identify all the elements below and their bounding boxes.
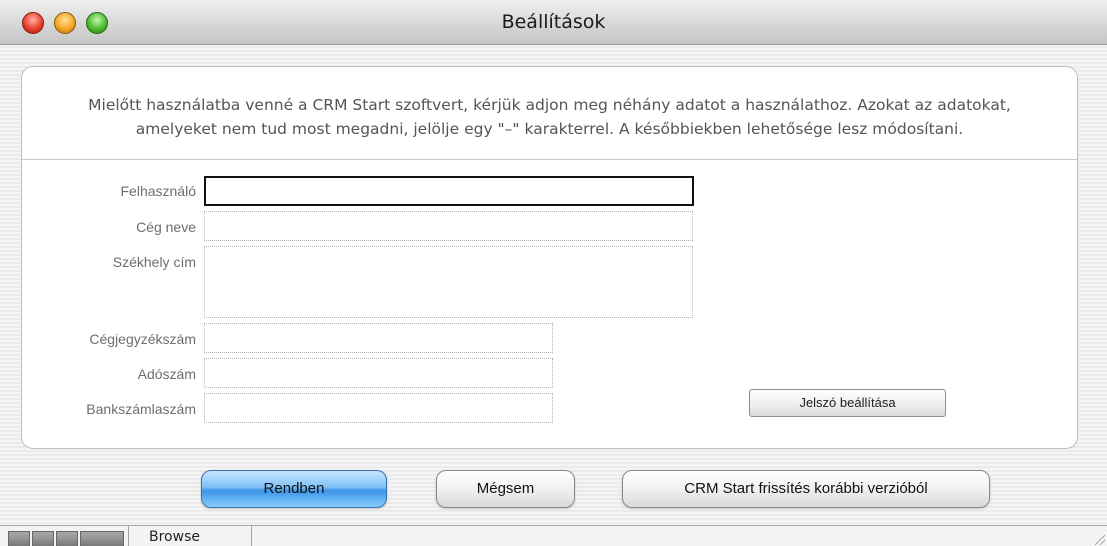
window-title: Beállítások <box>501 11 606 33</box>
bankszamlaszam-input[interactable] <box>204 393 553 423</box>
resize-grip-icon[interactable] <box>1095 535 1105 545</box>
intro-line-2: amelyeket nem tud most megadni, jelölje … <box>135 120 964 138</box>
adoszam-label: Adószám <box>137 366 196 382</box>
mode-toggle-3-icon[interactable] <box>56 531 78 546</box>
mode-toggle-1-icon[interactable] <box>8 531 30 546</box>
cegjegyzekszam-input[interactable] <box>204 323 553 353</box>
settings-window: Beállítások Mielőtt használatba venné a … <box>0 0 1107 546</box>
upgrade-from-previous-version-button[interactable]: CRM Start frissítés korábbi verzióból <box>622 470 990 508</box>
cegjegyzekszam-label: Cégjegyzékszám <box>89 331 196 347</box>
mode-toggle-2-icon[interactable] <box>32 531 54 546</box>
szekhely-cim-input[interactable] <box>204 246 693 318</box>
browse-mode-indicator[interactable]: Browse <box>128 526 252 546</box>
adoszam-input[interactable] <box>204 358 553 388</box>
divider <box>22 159 1077 160</box>
set-password-button[interactable]: Jelszó beállítása <box>749 389 946 417</box>
intro-line-1: Mielőtt használatba venné a CRM Start sz… <box>88 96 1011 114</box>
ceg-neve-label: Cég neve <box>136 219 196 235</box>
felhasznalo-input[interactable] <box>204 176 694 206</box>
intro-text: Mielőtt használatba venné a CRM Start sz… <box>22 93 1077 141</box>
title-bar[interactable]: Beállítások <box>0 0 1107 45</box>
bankszamlaszam-label: Bankszámlaszám <box>86 401 196 417</box>
status-bar: Browse <box>0 525 1107 546</box>
szekhely-cim-label: Székhely cím <box>112 254 196 270</box>
status-toggle-icon[interactable] <box>80 531 124 546</box>
ceg-neve-input[interactable] <box>204 211 693 241</box>
felhasznalo-label: Felhasználó <box>120 183 197 199</box>
cancel-button[interactable]: Mégsem <box>436 470 575 508</box>
ok-button[interactable]: Rendben <box>201 470 387 508</box>
